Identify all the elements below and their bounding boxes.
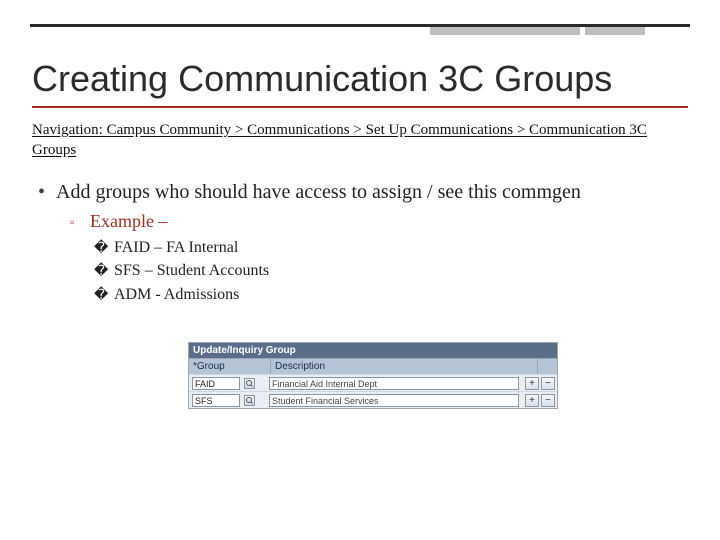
panel-title: Update/Inquiry Group — [189, 343, 557, 358]
checkbox-glyph: � — [94, 283, 114, 306]
add-row-button[interactable]: + — [525, 377, 539, 390]
column-header-group: *Group — [189, 359, 271, 374]
bullet-level1-text: Add groups who should have access to ass… — [56, 180, 581, 205]
bullet-dot: • — [32, 180, 56, 205]
bullet-level3: � ADM - Admissions — [94, 283, 688, 306]
column-header-spacer — [537, 359, 557, 374]
column-header-group-label: Group — [197, 361, 225, 372]
breadcrumb: Navigation: Campus Community > Communica… — [32, 120, 688, 161]
delete-row-button[interactable]: − — [541, 377, 555, 390]
lookup-icon[interactable] — [244, 378, 255, 389]
add-row-button[interactable]: + — [525, 394, 539, 407]
grid-header: *Group Description — [189, 358, 557, 374]
top-accent-bar-2 — [585, 27, 645, 35]
group-input[interactable]: FAID — [192, 377, 240, 390]
page-title: Creating Communication 3C Groups — [32, 58, 688, 108]
grid-row: FAID Financial Aid Internal Dept + − — [189, 374, 557, 391]
bullet-level3-text: SFS – Student Accounts — [114, 259, 269, 282]
checkbox-glyph: � — [94, 236, 114, 259]
bullet-level3: � SFS – Student Accounts — [94, 259, 688, 282]
bullet-level3-text: FAID – FA Internal — [114, 236, 238, 259]
bullet-level2: ▫ Example – — [68, 209, 688, 234]
bullet-level3-text: ADM - Admissions — [114, 283, 239, 306]
content-area: • Add groups who should have access to a… — [32, 180, 688, 306]
bullet-level3: � FAID – FA Internal — [94, 236, 688, 259]
delete-row-button[interactable]: − — [541, 394, 555, 407]
top-accent-bar — [430, 27, 580, 35]
bullet-square: ▫ — [68, 209, 90, 234]
checkbox-glyph: � — [94, 259, 114, 282]
bullet-level2-text: Example – — [90, 209, 167, 234]
lookup-icon[interactable] — [244, 395, 255, 406]
column-header-description: Description — [271, 359, 537, 374]
description-cell: Financial Aid Internal Dept — [269, 377, 519, 390]
description-cell: Student Financial Services — [269, 394, 519, 407]
bullet-level1: • Add groups who should have access to a… — [32, 180, 688, 205]
group-input[interactable]: SFS — [192, 394, 240, 407]
grid-row: SFS Student Financial Services + − — [189, 391, 557, 408]
embedded-screenshot: Update/Inquiry Group *Group Description … — [188, 342, 558, 409]
